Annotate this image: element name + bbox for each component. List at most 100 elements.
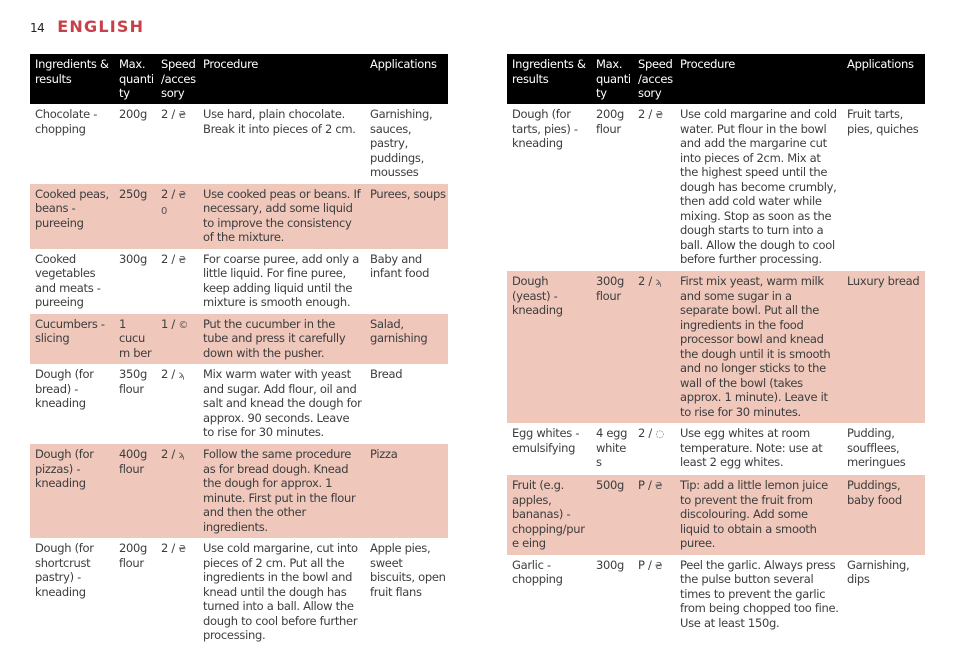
cell-procedure: Use cold margarine, cut into pieces of 2… <box>203 541 358 642</box>
cell-speed: 2 / ₴ <box>633 104 675 271</box>
cell-speed: P / ₴ <box>633 475 675 555</box>
cell-quantity: 300g <box>596 557 625 572</box>
header-quantity: Max. quanti ty <box>114 54 156 104</box>
cell-applications: Baby and infant food <box>370 251 430 281</box>
cell-applications: Pudding, soufflees, meringues <box>847 426 906 469</box>
speed-value: 2 / <box>161 541 179 555</box>
cell-ingredient: Dough (for bread) - kneading <box>35 367 94 410</box>
cell-applications: Bread <box>370 367 403 381</box>
header-quantity: Max. quanti ty <box>591 54 633 104</box>
cell-quantity: 300g flour <box>591 271 633 423</box>
table-row: Cooked vegetables and meats - pureeing 30… <box>30 249 448 314</box>
table-row: Dough (for tarts, pies) - kneading 200g f… <box>507 104 925 271</box>
blade-icon: ₴ <box>654 560 663 572</box>
cell-procedure: Use hard, plain chocolate. Break it into… <box>203 107 356 136</box>
table-body: Dough (for tarts, pies) - kneading 200g f… <box>507 104 925 637</box>
speed-value: 2 / <box>161 251 179 266</box>
cell-ingredient: Chocolate - chopping <box>35 107 98 136</box>
table-header-row: Ingredients & results Max. quanti ty Spe… <box>507 54 925 104</box>
speed-value: 2 / <box>638 107 656 121</box>
cell-ingredient: Dough (yeast) - kneading <box>507 271 591 423</box>
cell-applications: Purees, soups <box>365 183 448 249</box>
cell-quantity: 250g <box>114 183 156 249</box>
dough-hook-icon: ϡ <box>178 450 185 461</box>
cell-speed: 2 / ϡ <box>156 444 198 538</box>
recipe-table-right: Ingredients & results Max. quanti ty Spe… <box>507 54 925 637</box>
page-header: 14 ENGLISH <box>30 17 144 36</box>
speed-value: 2 / <box>161 107 179 121</box>
cell-applications: Fruit tarts, pies, quiches <box>847 107 919 136</box>
table-row: Dough (yeast) - kneading 300g flour 2 / ϡF… <box>507 271 925 423</box>
table-row: Garlic - chopping 300g P / ₴ Peel the garli… <box>507 555 925 637</box>
speed-value: 2 / <box>638 274 656 288</box>
speed-value: 2 / <box>161 447 179 461</box>
cell-quantity: 200g <box>119 107 148 121</box>
cell-procedure: Follow the same procedure as for bread d… <box>198 444 365 538</box>
cell-procedure: First mix yeast, warm milk and some suga… <box>675 271 842 423</box>
speed-value: P / <box>638 478 655 492</box>
cell-ingredient: Fruit (e.g. apples, bananas) - chopping/… <box>507 475 591 555</box>
cell-procedure: For coarse puree, add only a little liqu… <box>203 251 359 310</box>
speed-value: 2 / <box>161 367 179 381</box>
cell-quantity: 200g flour <box>119 541 148 570</box>
cell-ingredient: Egg whites - emulsifying <box>512 426 580 455</box>
recipe-table-left: Ingredients & results Max. quanti ty Spe… <box>30 54 448 648</box>
table-row: Fruit (e.g. apples, bananas) - chopping/… <box>507 475 925 555</box>
cell-quantity: 350g flour <box>119 367 148 396</box>
cell-quantity: 500g <box>591 475 633 555</box>
blade-icon: ₴ <box>178 110 186 121</box>
table-row: Cooked peas, beans - pureeing 250g 2 / ₴ 0 U… <box>30 183 448 249</box>
cell-applications: Apple pies, sweet biscuits, open fruit f… <box>370 541 446 599</box>
cell-quantity: 200g flour <box>596 107 625 136</box>
table-row: Egg whites - emulsifying 4 egg whites 2 / … <box>507 423 925 475</box>
header-ingredients: Ingredients & results <box>507 54 591 104</box>
header-ingredients: Ingredients & results <box>30 54 114 104</box>
cell-ingredient: Cucumbers - slicing <box>30 313 114 364</box>
speed-value: P / <box>638 557 655 572</box>
blade-icon: ₴ <box>655 110 663 121</box>
cell-speed: 2 / ₴ 0 <box>156 183 198 249</box>
table-body: Chocolate - chopping 200g 2 / ₴ Use hard, p… <box>30 104 448 648</box>
cell-speed: 2 / ₴ <box>156 538 198 648</box>
cell-procedure: Use cooked peas or beans. If necessary, … <box>198 183 365 249</box>
dough-hook-icon: ϡ <box>178 370 185 381</box>
cell-ingredient: Dough (for shortcrust pastry) - kneading <box>35 541 94 599</box>
dough-hook-icon: ϡ <box>655 277 662 288</box>
speed-value: 2 / <box>638 426 656 440</box>
header-procedure: Procedure <box>198 54 365 104</box>
cell-speed: 2 / ϡ <box>633 271 675 423</box>
cell-procedure: Use cold margarine and cold water. Put f… <box>680 107 837 266</box>
table-row: Dough (for shortcrust pastry) - kneading… <box>30 538 448 648</box>
table-row: Chocolate - chopping 200g 2 / ₴ Use hard, p… <box>30 104 448 184</box>
cell-ingredient: Garlic - chopping <box>512 557 563 587</box>
section-title: ENGLISH <box>57 17 145 36</box>
table-row: Dough (for bread) - kneading 350g flour 2 … <box>30 364 448 444</box>
blade-icon: ₴ <box>178 189 186 201</box>
cell-procedure: Mix warm water with yeast and sugar. Add… <box>203 367 362 439</box>
cell-speed: 2 / ₴ <box>156 104 198 184</box>
header-applications: Applications <box>365 54 448 104</box>
cell-procedure: Use egg whites at room temperature. Note… <box>680 426 823 469</box>
disc-icon: 0 <box>161 206 168 217</box>
cell-ingredient: Cooked peas, beans - pureeing <box>30 183 114 249</box>
table-row: Dough (for pizzas) - kneading 400g flour 2… <box>30 444 448 538</box>
slicing-disc-icon: © <box>178 319 189 331</box>
cell-procedure: Peel the garlic. Always press the pulse … <box>680 557 839 630</box>
speed-value: 2 / <box>161 186 179 201</box>
cell-applications: Pizza <box>365 444 448 538</box>
cell-ingredient: Dough (for tarts, pies) - kneading <box>512 107 578 150</box>
table-header-row: Ingredients & results Max. quanti ty Spe… <box>30 54 448 104</box>
speed-value: 1 / <box>161 316 179 331</box>
cell-applications: Garnishing, dips <box>847 557 910 587</box>
page-number: 14 <box>30 21 45 35</box>
blade-icon: ₴ <box>654 481 663 492</box>
emulsifying-disc-icon: ◌ <box>655 429 664 440</box>
cell-speed: 2 / ₴ <box>156 249 198 314</box>
cell-applications: Puddings, baby food <box>842 475 925 555</box>
header-procedure: Procedure <box>675 54 842 104</box>
cell-quantity: 400g flour <box>114 444 156 538</box>
cell-speed: P / ₴ <box>633 555 675 637</box>
header-speed: Speed /acces sory <box>633 54 675 104</box>
cell-quantity: 300g <box>119 251 148 266</box>
cell-speed: 2 / ϡ <box>156 364 198 444</box>
